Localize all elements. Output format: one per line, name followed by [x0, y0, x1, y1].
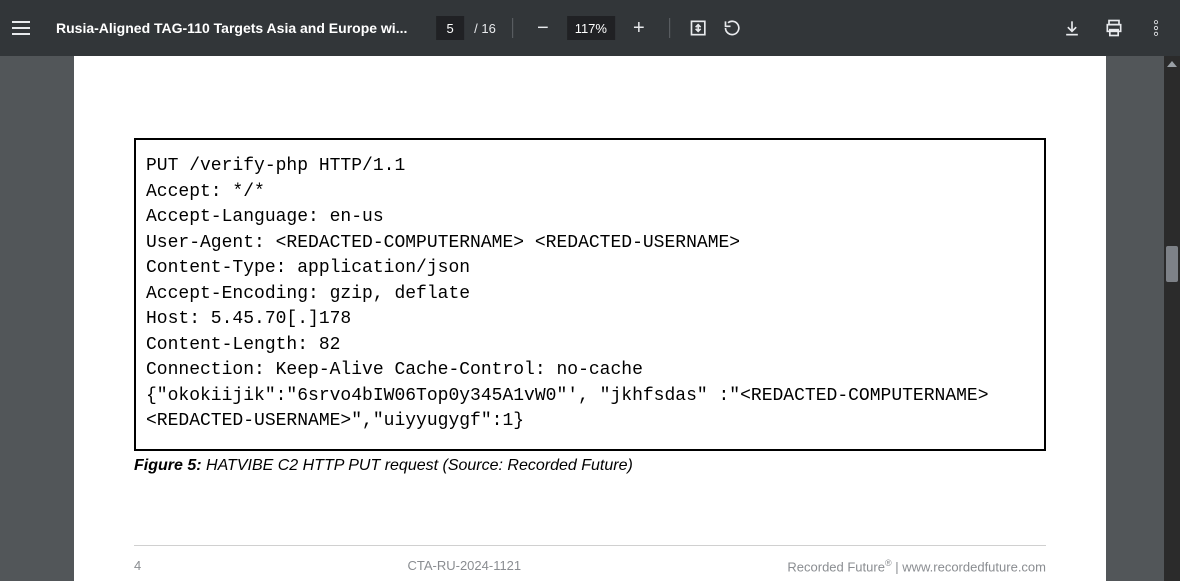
- pdf-page: PUT /verify-php HTTP/1.1 Accept: */* Acc…: [74, 56, 1106, 581]
- fit-page-icon[interactable]: [686, 16, 710, 40]
- caption-text: HATVIBE C2 HTTP PUT request (Source: Rec…: [202, 457, 633, 474]
- toolbar-center: / 16 − 117% +: [436, 14, 744, 42]
- download-icon[interactable]: [1060, 16, 1084, 40]
- caption-label: Figure 5:: [134, 457, 202, 474]
- page-footer: 4 CTA-RU-2024-1121 Recorded Future® | ww…: [134, 545, 1046, 574]
- pdf-toolbar: Rusia-Aligned TAG-110 Targets Asia and E…: [0, 0, 1180, 56]
- print-icon[interactable]: [1102, 16, 1126, 40]
- document-title: Rusia-Aligned TAG-110 Targets Asia and E…: [56, 20, 407, 36]
- toolbar-right: [1060, 16, 1168, 40]
- separator: [669, 18, 670, 38]
- footer-brand-name: Recorded Future: [787, 559, 885, 574]
- scroll-up-button[interactable]: [1164, 56, 1180, 72]
- footer-page-number: 4: [134, 558, 141, 574]
- code-block: PUT /verify-php HTTP/1.1 Accept: */* Acc…: [134, 138, 1046, 451]
- page-number-input[interactable]: [436, 16, 464, 40]
- more-icon[interactable]: [1144, 16, 1168, 40]
- separator: [512, 18, 513, 38]
- footer-brand: Recorded Future® | www.recordedfuture.co…: [787, 558, 1046, 574]
- menu-icon[interactable]: [12, 16, 36, 40]
- figure-caption: Figure 5: HATVIBE C2 HTTP PUT request (S…: [134, 457, 1046, 475]
- page-total: / 16: [474, 21, 496, 36]
- footer-sep: |: [892, 559, 903, 574]
- footer-doc-id: CTA-RU-2024-1121: [407, 558, 521, 574]
- zoom-in-button[interactable]: +: [625, 14, 653, 42]
- rotate-icon[interactable]: [720, 16, 744, 40]
- vertical-scrollbar[interactable]: [1164, 56, 1180, 581]
- zoom-out-button[interactable]: −: [529, 14, 557, 42]
- pdf-viewport: PUT /verify-php HTTP/1.1 Accept: */* Acc…: [0, 56, 1180, 581]
- zoom-level[interactable]: 117%: [567, 16, 615, 40]
- scroll-thumb[interactable]: [1166, 246, 1178, 282]
- footer-url: www.recordedfuture.com: [902, 559, 1046, 574]
